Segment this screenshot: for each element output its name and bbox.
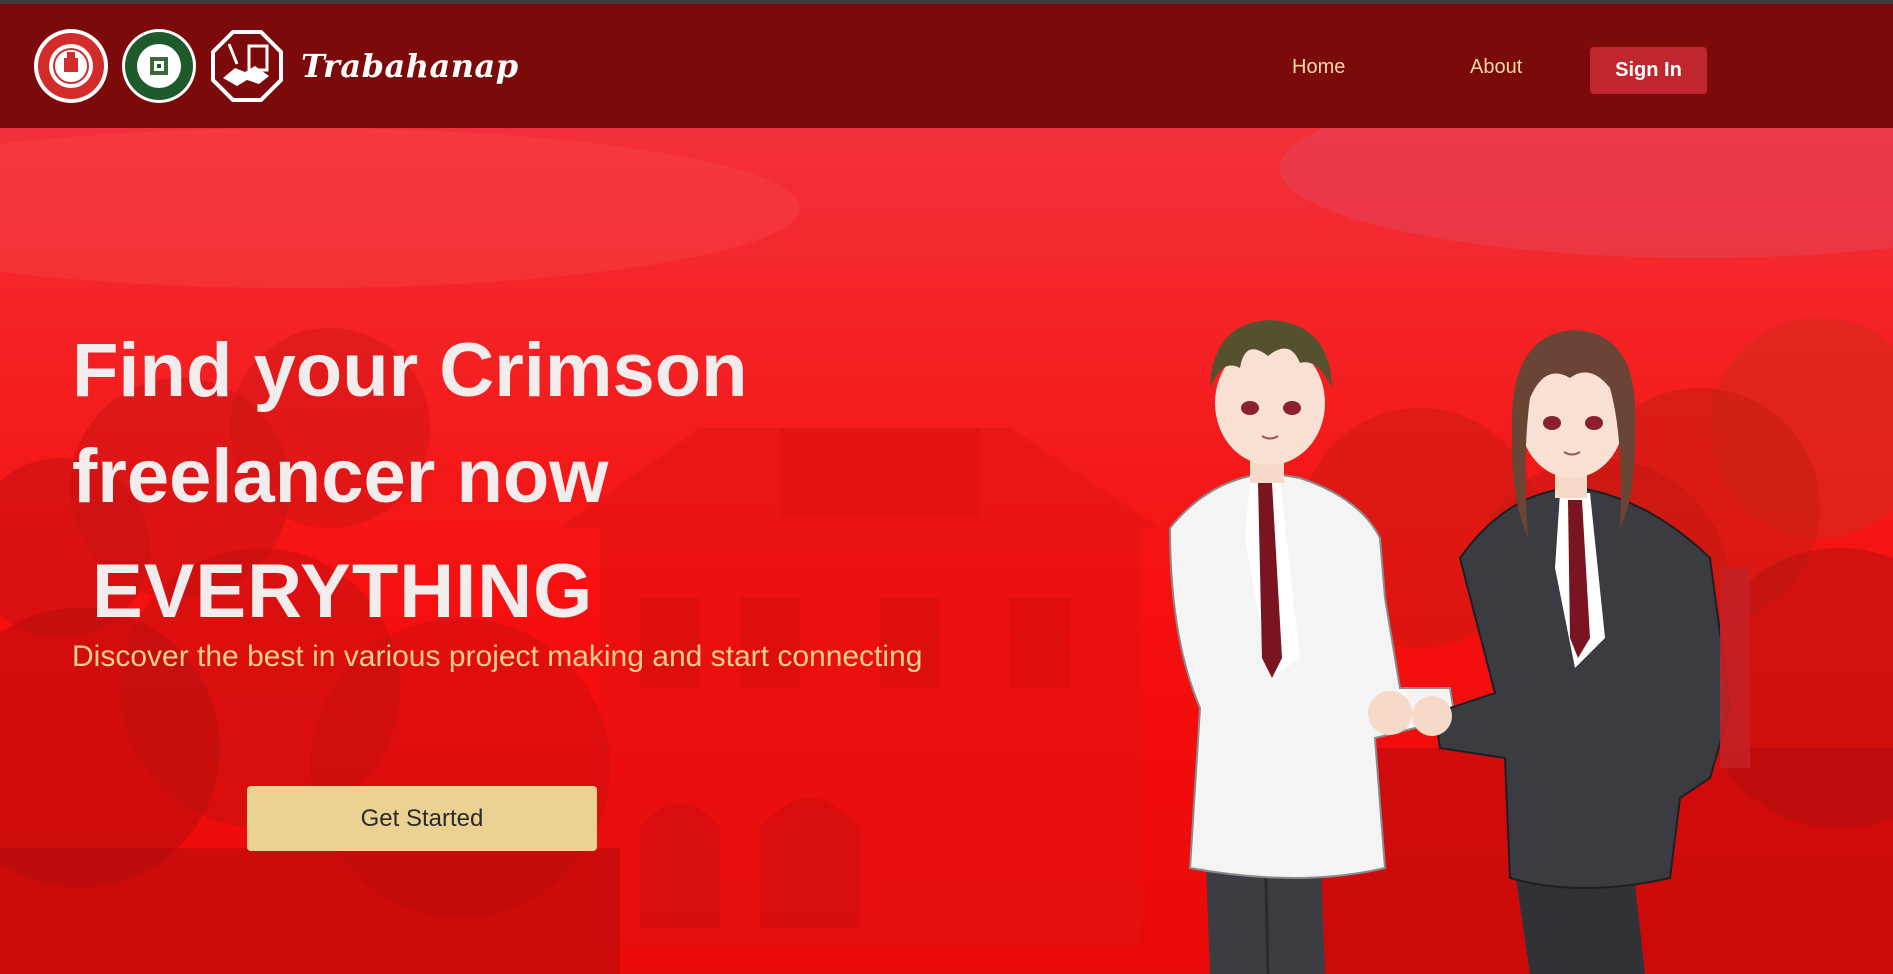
nav-about-link[interactable]: About (1470, 56, 1522, 79)
handshake-logo-icon (209, 28, 285, 104)
handshake-characters-illustration (1168, 320, 1750, 974)
hero-section: Find your Crimson freelancer now EVERYTH… (0, 128, 1893, 974)
college-seal-icon (121, 28, 197, 104)
navbar: Trabahanap Home About Sign In (0, 4, 1893, 128)
university-seal-icon (33, 28, 109, 104)
nav-home-link[interactable]: Home (1292, 56, 1345, 79)
sign-in-button[interactable]: Sign In (1590, 47, 1707, 94)
left-character (1168, 320, 1457, 974)
brand[interactable]: Trabahanap (33, 28, 519, 104)
hero-headline: Find your Crimson freelancer now (72, 328, 748, 519)
get-started-button[interactable]: Get Started (247, 786, 597, 851)
brand-name: Trabahanap (301, 47, 519, 85)
right-character (1412, 330, 1750, 974)
hero-tagline: Discover the best in various project mak… (72, 640, 923, 673)
hero-highlight: EVERYTHING (92, 549, 594, 634)
